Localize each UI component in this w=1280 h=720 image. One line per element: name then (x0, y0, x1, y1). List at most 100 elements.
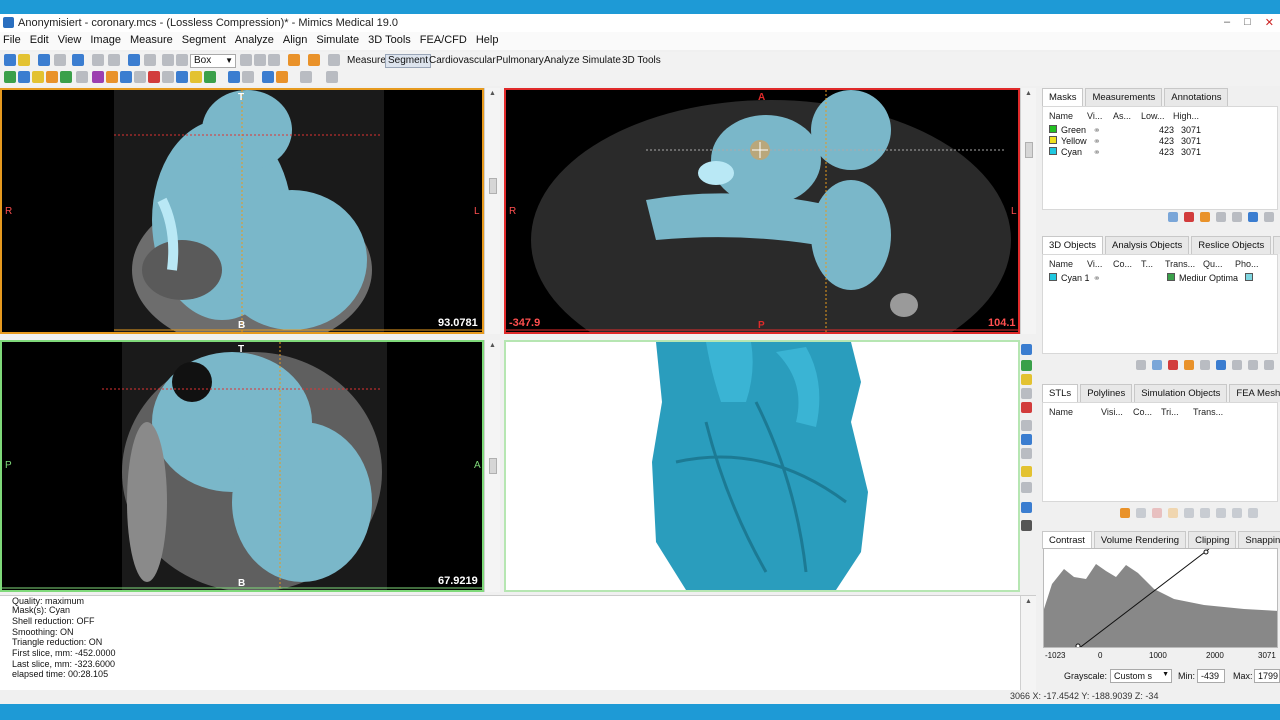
glasses-icon[interactable] (1021, 482, 1032, 493)
menu-help[interactable]: Help (473, 32, 505, 50)
tab-3d-objects[interactable]: 3D Objects (1042, 236, 1103, 254)
crop-icon[interactable] (76, 71, 88, 83)
paste-icon[interactable] (108, 54, 120, 66)
menu-file[interactable]: File (0, 32, 27, 50)
tab-3d-tools[interactable]: 3D Tools (619, 54, 664, 68)
menu-analyze[interactable]: Analyze (232, 32, 280, 50)
wrap-icon[interactable] (190, 71, 202, 83)
column-header[interactable]: Name (1049, 111, 1073, 121)
smart-fill-icon[interactable] (134, 71, 146, 83)
frame-icon[interactable] (1021, 502, 1032, 513)
view-layout-icon[interactable] (1021, 344, 1032, 355)
sagittal-scrollbar[interactable]: ▲ (484, 340, 500, 592)
tab-fea-mesh[interactable]: FEA Mesh (1229, 384, 1280, 402)
load-stl-icon[interactable] (1120, 508, 1130, 518)
delete-icon[interactable] (1184, 212, 1194, 222)
column-header[interactable]: Vi... (1087, 111, 1102, 121)
cube-icon[interactable] (1021, 360, 1032, 371)
mask-row[interactable]: Cyan ⚭ 423 3071 (1049, 147, 1269, 158)
column-header[interactable]: Tri... (1161, 407, 1179, 417)
copy-icon[interactable] (1136, 508, 1146, 518)
menu-measure[interactable]: Measure (127, 32, 179, 50)
maximize-button[interactable]: □ (1244, 16, 1251, 29)
menu-align[interactable]: Align (280, 32, 313, 50)
column-header[interactable]: High... (1173, 111, 1199, 121)
tab-reslice-objects[interactable]: Reslice Objects (1191, 236, 1272, 254)
tool-icon[interactable] (326, 71, 338, 83)
column-header[interactable]: Name (1049, 407, 1073, 417)
column-header[interactable]: Co... (1133, 407, 1152, 417)
properties-icon[interactable] (1200, 360, 1210, 370)
scroll-up-icon[interactable]: ▲ (1025, 598, 1032, 605)
coronal-scrollbar[interactable]: ▲ (484, 88, 500, 334)
scroll-up-icon[interactable]: ▲ (489, 342, 496, 349)
transform-icon[interactable] (1248, 360, 1258, 370)
tab-masks[interactable]: Masks (1042, 88, 1084, 106)
move-icon[interactable] (1216, 508, 1226, 518)
tab-analysis-objects[interactable]: Analysis Objects (1105, 236, 1190, 254)
tab-contrast[interactable]: Contrast (1042, 531, 1092, 549)
menu-edit[interactable]: Edit (27, 32, 55, 50)
delete-icon[interactable] (1152, 508, 1162, 518)
new-object-icon[interactable] (1136, 360, 1146, 370)
column-header[interactable]: Vi... (1087, 259, 1102, 269)
tab-annotations[interactable]: Annotations (1164, 88, 1229, 106)
copy-icon[interactable] (92, 54, 104, 66)
phong-icon[interactable] (1245, 273, 1253, 281)
mask-3d-icon[interactable] (1248, 212, 1258, 222)
tab-volume-rendering[interactable]: Volume Rendering (1093, 531, 1187, 549)
tab-stls[interactable]: STLs (1042, 384, 1079, 402)
fill-holes-icon[interactable] (120, 71, 132, 83)
export-icon[interactable] (242, 71, 254, 83)
calculate-icon[interactable] (1232, 212, 1242, 222)
object-color-swatch[interactable] (1049, 273, 1057, 281)
ruler-icon[interactable] (1021, 388, 1032, 399)
tab-cardiovascular[interactable]: Cardiovascular (426, 54, 499, 68)
column-header[interactable]: Visi... (1101, 407, 1123, 417)
annotate-icon[interactable] (276, 71, 288, 83)
column-header[interactable]: Trans... (1193, 407, 1223, 417)
eye-icon[interactable] (1021, 420, 1032, 431)
menu-segment[interactable]: Segment (179, 32, 232, 50)
measure-icon[interactable] (228, 71, 240, 83)
transparency-icon[interactable] (1167, 273, 1175, 281)
compute-icon[interactable] (1216, 360, 1226, 370)
coronal-viewport[interactable]: T B R L 93.0781 (0, 88, 484, 334)
paint-icon[interactable] (1021, 402, 1032, 413)
scroll-up-icon[interactable]: ▲ (1025, 90, 1032, 97)
open-folder-icon[interactable] (18, 54, 30, 66)
contrast-histogram[interactable] (1043, 548, 1278, 648)
axial-scrollbar[interactable]: ▲ (1020, 88, 1036, 334)
layout-icon[interactable] (328, 54, 340, 66)
max-input[interactable]: 1799 (1254, 669, 1280, 683)
menu-icon[interactable] (1264, 360, 1274, 370)
region-grow-icon[interactable] (18, 71, 30, 83)
menu-3d-tools[interactable]: 3D Tools (365, 32, 417, 50)
menu-icon[interactable] (1248, 508, 1258, 518)
tab-simulation-objects[interactable]: Simulation Objects (1134, 384, 1228, 402)
overlay-icon[interactable] (300, 71, 312, 83)
copy-icon[interactable] (1152, 360, 1162, 370)
redo-icon[interactable] (144, 54, 156, 66)
menu-simulate[interactable]: Simulate (313, 32, 365, 50)
column-header[interactable]: T... (1141, 259, 1153, 269)
3d-view-viewport[interactable] (504, 340, 1020, 592)
minimize-button[interactable]: – (1224, 16, 1230, 29)
transform-icon[interactable] (1232, 508, 1242, 518)
move-icon[interactable] (1232, 360, 1242, 370)
column-header[interactable]: Trans... (1165, 259, 1195, 269)
column-header[interactable]: Qu... (1203, 259, 1223, 269)
mask-color-swatch[interactable] (1049, 136, 1057, 144)
edit-mask-icon[interactable] (46, 71, 58, 83)
menu-icon[interactable] (1264, 212, 1274, 222)
zoom-icon[interactable] (240, 54, 252, 66)
tab-segment[interactable]: Segment (385, 54, 432, 68)
rotate-icon[interactable] (162, 54, 174, 66)
tab-measurements[interactable]: Measurements (1085, 88, 1163, 106)
new-mask-icon[interactable] (1168, 212, 1178, 222)
mask-color-swatch[interactable] (1049, 125, 1057, 133)
tab-simulate[interactable]: Simulate (579, 54, 624, 68)
interpolate-icon[interactable] (176, 71, 188, 83)
calculate-3d-icon[interactable] (162, 71, 174, 83)
save-icon[interactable] (38, 54, 50, 66)
